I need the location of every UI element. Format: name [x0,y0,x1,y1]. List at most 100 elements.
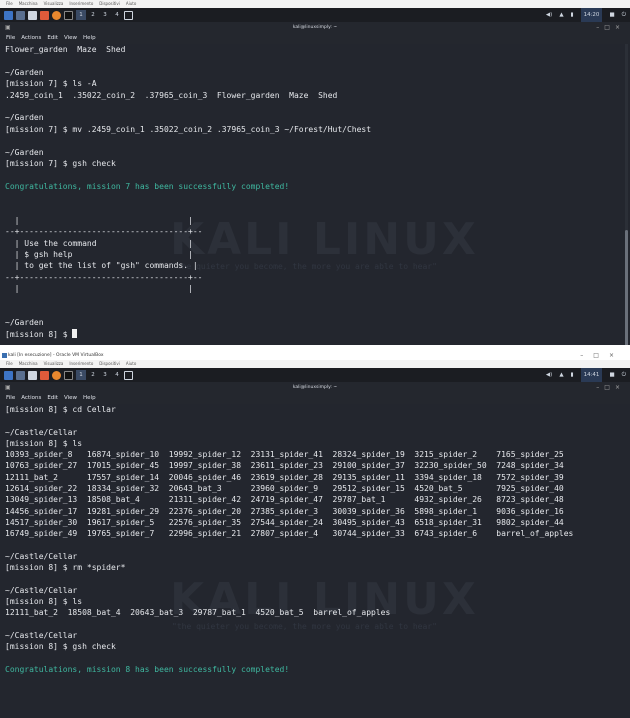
workspace-3[interactable]: 3 [100,10,110,20]
menu-actions[interactable]: Actions [21,35,41,41]
menu-edit[interactable]: Edit [47,395,58,401]
clock[interactable]: 14:41 [580,368,603,382]
text-editor-icon[interactable] [40,370,49,380]
vm-menu-item[interactable]: Aiuto [126,1,136,6]
terminal-scrollbar[interactable] [625,44,628,345]
workspace-3[interactable]: 3 [100,370,110,380]
vm-menu-item[interactable]: Inserimento [69,361,93,366]
menu-help[interactable]: Help [83,35,96,41]
firefox-icon[interactable] [52,10,61,20]
power-icon[interactable]: ⏻ [622,368,626,382]
terminal-icon[interactable] [64,10,73,20]
terminal-line: [mission 8] $ rm *spider* [5,562,573,573]
terminal-line: | Use the command | [5,238,371,249]
success-message: Congratulations, mission 7 has been succ… [5,181,371,192]
terminal-lines: Flower_garden Maze Shed ~/Garden [mission … [5,44,371,340]
folder-icon[interactable] [28,370,37,380]
battery-icon[interactable]: ▮ [571,368,574,382]
terminal-line: [mission 8] $ ls [5,596,573,607]
lock-icon[interactable]: ■ [609,368,614,382]
terminal-line: .2459_coin_1 .35022_coin_2 .37965_coin_3… [5,90,371,101]
menu-file[interactable]: File [6,395,15,401]
workspace-1[interactable]: 1 [76,370,86,380]
terminal-line-text: ~/Garden [5,67,44,77]
vm-menu-item[interactable]: Macchina [19,1,38,6]
desktop-icon[interactable] [16,10,25,20]
window-controls[interactable]: –□× [596,22,625,33]
terminal-output[interactable]: KALI LINUX "the quieter you become, the … [0,44,630,345]
terminal-line-text: [mission 8] $ gsh check [5,642,116,652]
menu-edit[interactable]: Edit [47,35,58,41]
terminal-line: [mission 8] $ [5,328,371,340]
power-icon[interactable]: ⏻ [622,8,626,22]
kali-taskbar: 1 2 3 4 ◀) ▲ ▮ 14:20 ■ ⏻ [0,8,630,22]
vm-menu-item[interactable]: File [6,1,13,6]
vm-menu-item[interactable]: File [6,361,13,366]
battery-icon[interactable]: ▮ [571,8,574,22]
terminal-titlebar: ▣ kali@linuxsimply: ~ –□× [0,382,630,393]
bell-icon[interactable]: ▲ [559,368,563,382]
terminal-line: ~/Garden [5,147,371,158]
screenshot-mission-7: File Macchina Visualizza Inserimento Disposi… [0,0,630,345]
terminal-line-text: 14456_spider_17 19281_spider_29 22376_sp… [5,506,564,516]
folder-icon[interactable] [28,10,37,20]
terminal-line: 14517_spider_30 19617_spider_5 22576_spi… [5,517,573,528]
workspace-4[interactable]: 4 [112,370,122,380]
terminal-line: ~/Castle/Cellar [5,585,573,596]
workspace-2[interactable]: 2 [88,370,98,380]
vm-menu-item[interactable]: Aiuto [126,361,136,366]
terminal-line: | to get the list of "gsh" commands. | [5,260,371,271]
terminal-line-text: [mission 8] $ ls [5,438,83,448]
terminal-line: --+-----------------------------------+-… [5,226,371,237]
terminal-line-text: 13049_spider_13 18508_bat_4 21311_spider… [5,495,564,505]
vm-window-controls[interactable]: –□× [580,351,624,360]
workspace-4[interactable]: 4 [112,10,122,20]
volume-icon[interactable]: ◀) [546,8,552,22]
window-controls[interactable]: –□× [596,382,625,393]
menu-help[interactable]: Help [83,395,96,401]
kali-dragon-icon[interactable] [4,370,13,380]
terminal-line-text: [mission 7] $ gsh check [5,158,116,168]
workspace-1[interactable]: 1 [76,10,86,20]
desktop-icon[interactable] [16,370,25,380]
kali-dragon-icon[interactable] [4,10,13,20]
vm-menu-item[interactable]: Macchina [19,361,38,366]
terminal-line: Flower_garden Maze Shed [5,44,371,55]
terminal-line-text: ~/Castle/Cellar [5,427,78,437]
terminal-title: kali@linuxsimply: ~ [292,25,338,30]
terminal-line-text: 14517_spider_30 19617_spider_5 22576_spi… [5,517,564,527]
clock[interactable]: 14:20 [580,8,603,22]
scrollbar-thumb[interactable] [625,230,628,345]
terminal-icon[interactable] [64,370,73,380]
terminal-line-text: --+-----------------------------------+-… [5,227,203,237]
terminal-line: 12111_bat_2 17557_spider_14 20046_spider… [5,472,573,483]
terminal-window-icon[interactable] [124,10,133,20]
text-cursor [72,328,78,338]
vm-title: kali [In esecuzione] - Oracle VM Virtual… [8,353,104,358]
vm-menu-item[interactable]: Visualizza [44,1,64,6]
menu-view[interactable]: View [64,35,77,41]
text-editor-icon[interactable] [40,10,49,20]
terminal-window-icon[interactable] [124,370,133,380]
vm-menu-item[interactable]: Dispositivi [99,1,120,6]
vm-menu-item[interactable]: Inserimento [69,1,93,6]
terminal-output[interactable]: KALI LINUX "the quieter you become, the … [0,404,630,718]
vm-menu-item[interactable]: Dispositivi [99,361,120,366]
volume-icon[interactable]: ◀) [546,368,552,382]
terminal-menu-bar: File Actions Edit View Help [0,393,630,404]
terminal-line-text: ~/Garden [5,147,44,157]
menu-file[interactable]: File [6,35,15,41]
terminal-line: 14456_spider_17 19281_spider_29 22376_sp… [5,506,573,517]
bell-icon[interactable]: ▲ [559,8,563,22]
vm-menu-item[interactable]: Visualizza [44,361,64,366]
lock-icon[interactable]: ■ [609,8,614,22]
screenshot-mission-8: kali [In esecuzione] - Oracle VM Virtual… [0,351,630,718]
menu-view[interactable]: View [64,395,77,401]
workspace-2[interactable]: 2 [88,10,98,20]
firefox-icon[interactable] [52,370,61,380]
menu-actions[interactable]: Actions [21,395,41,401]
